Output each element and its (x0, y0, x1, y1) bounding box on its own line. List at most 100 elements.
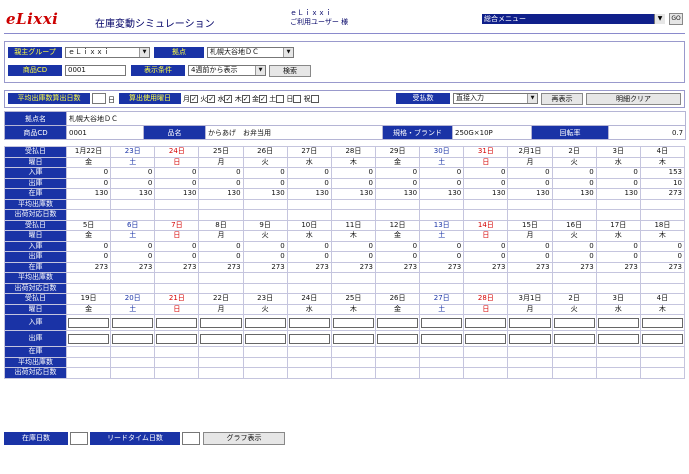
out-entry-input[interactable] (288, 333, 330, 344)
out-cell: 0 (330, 177, 376, 189)
weekday-cell: 月 (198, 156, 244, 168)
out-entry-input[interactable] (465, 333, 507, 344)
in-entry-input[interactable] (244, 317, 286, 328)
display-label: 表示条件 (131, 65, 185, 76)
weekday-wed-checkbox[interactable]: ✓ (224, 95, 233, 103)
weekday-sat-checkbox[interactable] (276, 95, 285, 103)
avg-days-input[interactable] (92, 93, 106, 104)
stock-cell: 130 (374, 188, 421, 200)
out-entry-input[interactable] (553, 333, 595, 344)
date-cell: 3日 (595, 293, 641, 305)
out-entry-input[interactable] (509, 333, 551, 344)
in-cell: 0 (110, 240, 156, 252)
in-entry-input[interactable] (112, 317, 154, 328)
avg-days-unit: 日 (108, 96, 115, 104)
out-entry-input[interactable] (332, 333, 374, 344)
in-entry-input[interactable] (288, 317, 330, 328)
clear-details-button[interactable]: 明細クリア (586, 93, 681, 105)
in-entry-input[interactable] (200, 317, 242, 328)
stock-cell: 273 (507, 261, 553, 273)
grid-row-stock: 在庫 273 273 273 273 273 273 273 273 273 273 273 273 27… (4, 261, 686, 273)
in-cell: 0 (507, 167, 553, 179)
weekday-sun-checkbox[interactable] (293, 95, 302, 103)
weekday-mon-checkbox[interactable]: ✓ (190, 95, 198, 103)
in-entry-input[interactable] (509, 317, 551, 328)
avg-out-cell (286, 356, 332, 368)
in-entry-input[interactable] (597, 317, 639, 328)
days-cover-cell (198, 367, 244, 379)
avg-out-cell (639, 198, 686, 210)
site-select[interactable]: 札幌大谷地ＤＣ ▼ (207, 47, 294, 58)
out-cell: 0 (65, 177, 112, 189)
row-label-weekday: 曜日 (4, 230, 67, 242)
out-entry-input[interactable] (68, 333, 110, 344)
weekday-tue-label: 火 (200, 95, 208, 103)
in-cell: 0 (639, 240, 686, 252)
in-entry-input[interactable] (553, 317, 595, 328)
date-cell: 25日 (198, 146, 244, 158)
avg-out-cell (330, 198, 376, 210)
weekday-thu-label: 木 (234, 95, 242, 103)
lead-time-input[interactable] (182, 432, 200, 445)
out-entry-input[interactable] (200, 333, 242, 344)
out-cell: 0 (551, 251, 597, 263)
go-button[interactable]: GO (669, 13, 683, 25)
search-button[interactable]: 検索 (269, 65, 311, 77)
stock-cell (110, 346, 156, 358)
group-select[interactable]: ｅＬｉｘｘｉ ▼ (65, 47, 150, 58)
stock-days-input[interactable] (70, 432, 88, 445)
supply-select[interactable]: 直接入力 ▼ (453, 93, 538, 104)
stock-cell (639, 346, 686, 358)
avg-out-cell (595, 198, 641, 210)
out-entry-input[interactable] (156, 333, 198, 344)
out-entry-input[interactable] (112, 333, 154, 344)
avg-out-cell (330, 272, 376, 284)
out-cell: 0 (110, 251, 156, 263)
weekday-fri-checkbox[interactable]: ✓ (258, 95, 267, 103)
weekday-cell: 月 (198, 230, 244, 242)
weekday-cell: 水 (286, 156, 332, 168)
graph-button[interactable]: グラフ表示 (203, 432, 285, 445)
stock-cell: 273 (463, 261, 509, 273)
date-cell: 28日 (463, 293, 509, 305)
out-entry-input[interactable] (641, 333, 683, 344)
in-entry-input[interactable] (465, 317, 507, 328)
in-entry-input[interactable] (376, 317, 419, 328)
out-cell (551, 330, 597, 347)
product-name-label: 品名 (143, 125, 206, 140)
in-entry-input[interactable] (332, 317, 374, 328)
days-cover-cell (110, 367, 156, 379)
main-menu-select[interactable]: 総合メニュー ▼ (482, 14, 665, 24)
days-cover-cell (330, 282, 376, 294)
in-entry-input[interactable] (68, 317, 110, 328)
out-cell: 0 (286, 251, 332, 263)
redisplay-button[interactable]: 再表示 (541, 93, 583, 105)
out-cell: 0 (463, 177, 509, 189)
weekday-thu-checkbox[interactable]: ✓ (241, 95, 250, 103)
weekday-tue-checkbox[interactable]: ✓ (207, 95, 216, 103)
out-cell: 0 (110, 177, 156, 189)
display-select[interactable]: 4週前から表示 ▼ (188, 65, 266, 76)
weekday-cell: 月 (507, 303, 553, 315)
date-cell: 27日 (419, 293, 465, 305)
days-cover-cell (463, 367, 509, 379)
weekday-sun-label: 日 (286, 95, 294, 103)
grid-row-avg-out: 平均出庫数 (4, 198, 686, 210)
in-cell: 0 (330, 240, 376, 252)
out-entry-input[interactable] (244, 333, 286, 344)
in-entry-input[interactable] (641, 317, 683, 328)
out-entry-input[interactable] (597, 333, 639, 344)
weekday-label: 算出使用曜日 (119, 93, 181, 104)
in-entry-input[interactable] (421, 317, 463, 328)
in-entry-input[interactable] (156, 317, 198, 328)
days-cover-cell (154, 209, 200, 221)
stock-cell: 130 (242, 188, 288, 200)
product-input[interactable]: 0001 (65, 65, 126, 76)
out-entry-input[interactable] (421, 333, 463, 344)
stock-cell (242, 346, 288, 358)
stock-days-label: 在庫日数 (4, 432, 68, 445)
weekday-hol-checkbox[interactable] (310, 95, 319, 103)
in-cell: 0 (551, 167, 597, 179)
display-value: 4週前から表示 (191, 66, 238, 74)
out-entry-input[interactable] (376, 333, 419, 344)
